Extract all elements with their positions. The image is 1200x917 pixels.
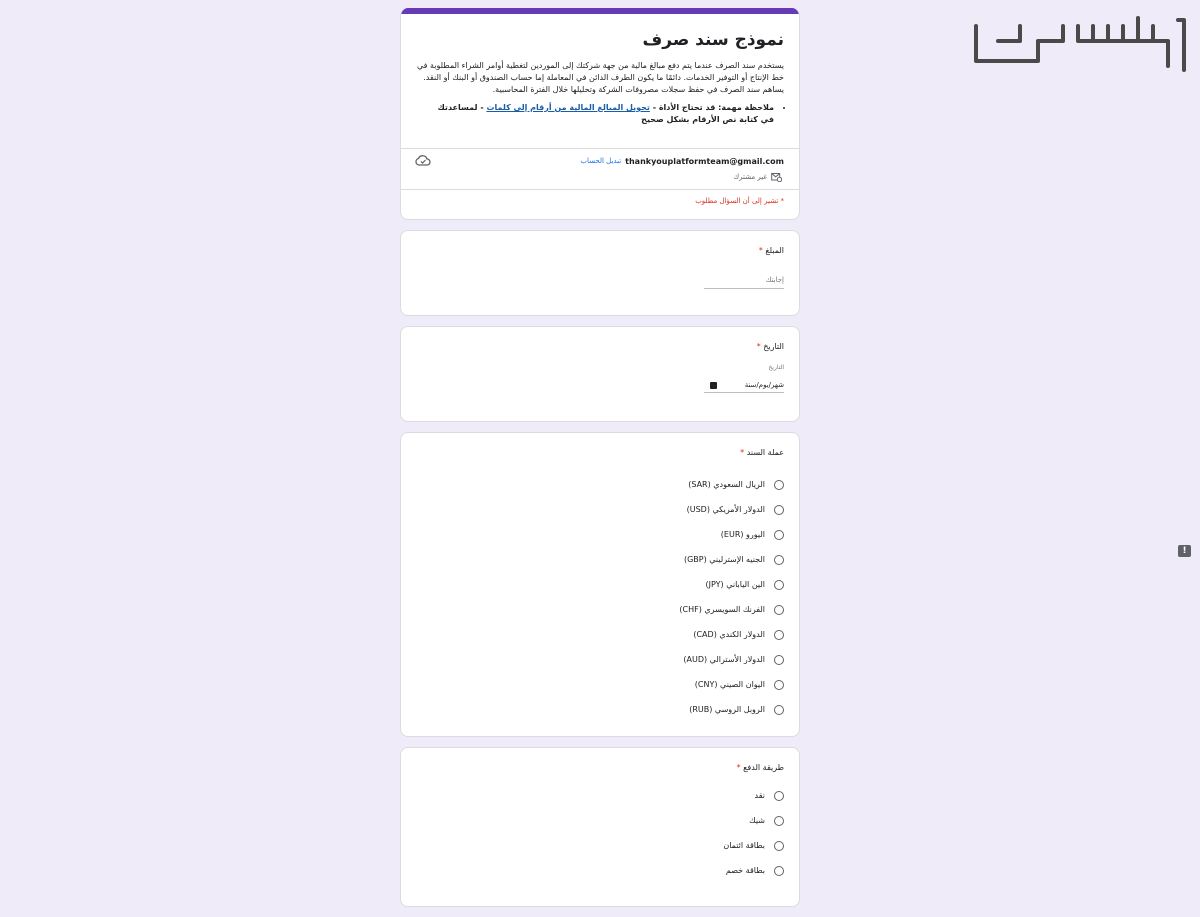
calendar-icon[interactable] (710, 381, 717, 389)
question-date-title: التاريخ * (756, 342, 784, 351)
currency-option[interactable]: الروبل الروسي (RUB) (401, 697, 799, 722)
feedback-icon[interactable]: ! (1178, 545, 1191, 557)
radio-icon[interactable] (774, 704, 784, 715)
not-shared-text: غير مشترك (733, 173, 767, 181)
cloud-icon (415, 155, 431, 166)
question-amount-card: المبلغ * (400, 230, 800, 316)
account-email: thankyouplatformteam@gmail.com (625, 156, 784, 166)
form-header-card: نموذج سند صرف يستخدم سند الصرف عندما يتم… (400, 8, 800, 220)
currency-option[interactable]: اليوان الصيني (CNY) (401, 672, 799, 697)
form-note: ملاحظة مهمة: قد تحتاج الأداة - تحويل الم… (401, 96, 799, 126)
question-currency-card: عملة السند * الريال السعودي (SAR) الدولا… (400, 432, 800, 737)
date-input[interactable]: شهر/يوم/سنة (704, 378, 784, 393)
currency-option[interactable]: الدولار الأمريكي (USD) (401, 497, 799, 522)
switch-account-link[interactable]: تبديل الحساب (580, 157, 621, 165)
currency-option[interactable]: الريال السعودي (SAR) (401, 472, 799, 497)
payment-option[interactable]: بطاقة ائتمان (401, 833, 799, 858)
question-date-card: التاريخ * التاريخ شهر/يوم/سنة (400, 326, 800, 422)
currency-option[interactable]: الجنيه الإسترليني (GBP) (401, 547, 799, 572)
currency-option[interactable]: الين الياباني (JPY) (401, 572, 799, 597)
currency-option[interactable]: الدولار الكندي (CAD) (401, 622, 799, 647)
question-amount-title: المبلغ * (758, 246, 784, 255)
currency-option[interactable]: الفرنك السويسري (CHF) (401, 597, 799, 622)
radio-icon[interactable] (774, 790, 784, 801)
payment-option[interactable]: شيك (401, 808, 799, 833)
radio-icon[interactable] (774, 504, 784, 515)
radio-icon[interactable] (774, 679, 784, 690)
not-shared-row: غير مشترك (401, 167, 799, 182)
form-column: نموذج سند صرف يستخدم سند الصرف عندما يتم… (400, 8, 800, 917)
radio-icon[interactable] (774, 629, 784, 640)
radio-icon[interactable] (774, 554, 784, 565)
brand-logo (974, 16, 1186, 72)
radio-icon[interactable] (774, 815, 784, 826)
payment-option[interactable]: بطاقة خصم (401, 858, 799, 883)
question-currency-title: عملة السند * (740, 448, 784, 457)
form-description: يستخدم سند الصرف عندما يتم دفع مبالغ مال… (416, 61, 784, 94)
account-row: thankyouplatformteam@gmail.com تبديل الح… (401, 149, 799, 167)
radio-icon[interactable] (774, 479, 784, 490)
not-shared-icon (771, 173, 782, 182)
question-payment-card: طريقة الدفع * نقد شيك بطاقة ائتمان بطاقة… (400, 747, 800, 907)
radio-icon[interactable] (774, 865, 784, 876)
radio-icon[interactable] (774, 579, 784, 590)
currency-option[interactable]: اليورو (EUR) (401, 522, 799, 547)
form-title: نموذج سند صرف (642, 30, 784, 50)
radio-icon[interactable] (774, 840, 784, 851)
radio-icon[interactable] (774, 604, 784, 615)
note-link[interactable]: تحويل المبالغ المالية من أرقام إلى كلمات (486, 103, 650, 112)
radio-icon[interactable] (774, 654, 784, 665)
currency-option[interactable]: الدولار الأسترالي (AUD) (401, 647, 799, 672)
amount-input[interactable] (704, 272, 784, 289)
payment-option[interactable]: نقد (401, 783, 799, 808)
form-note-item: ملاحظة مهمة: قد تحتاج الأداة - تحويل الم… (429, 102, 774, 126)
currency-options: الريال السعودي (SAR) الدولار الأمريكي (U… (401, 457, 799, 722)
date-value: شهر/يوم/سنة (744, 381, 784, 389)
date-sublabel: التاريخ (768, 364, 784, 371)
payment-options: نقد شيك بطاقة ائتمان بطاقة خصم (401, 772, 799, 883)
radio-icon[interactable] (774, 529, 784, 540)
required-note: * تشير إلى أن السؤال مطلوب (695, 197, 784, 205)
question-payment-title: طريقة الدفع * (736, 763, 784, 772)
